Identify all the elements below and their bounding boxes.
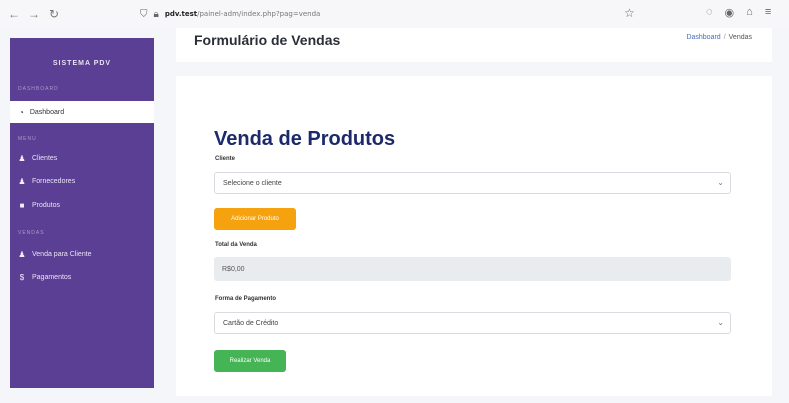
sale-form-card: Venda de Produtos Cliente Selecione o cl… [176,76,772,396]
dollar-icon: $ [19,273,25,282]
form-title: Venda de Produtos [214,128,396,150]
chevron-down-icon: ⌄ [717,178,724,187]
menu-icon[interactable]: ≡ [765,6,771,19]
bookmark-star-icon[interactable]: ☆ [624,6,635,20]
url-path: /painel-adm/index.php?pag=venda [197,10,321,18]
sidebar-section-menu: MENU [18,136,37,142]
payment-label: Forma de Pagamento [215,296,277,302]
shield-icon: ⛉ [140,8,148,20]
sidebar-brand[interactable]: SISTEMA PDV [10,60,154,67]
payment-select[interactable]: Cartão de Crédito ⌄ [214,312,731,334]
breadcrumb-separator: / [723,34,726,41]
sidebar-item-produtos[interactable]: ■ Produtos [18,201,60,210]
sidebar-item-dashboard[interactable]: ◔ Dashboard [10,101,154,123]
pocket-icon[interactable]: ◌ [706,6,713,19]
browser-nav: ← → ↻ [6,7,62,21]
account-icon[interactable]: ◉ [725,6,735,19]
add-product-button[interactable]: Adicionar Produto [214,208,296,230]
url-text[interactable]: pdv.test/painel-adm/index.php?pag=venda [165,10,321,18]
gauge-icon: ◔ [19,107,24,117]
browser-toolbar: ← → ↻ ⛉ 🔒︎ pdv.test/painel-adm/index.php… [0,0,789,28]
sidebar-item-pagamentos[interactable]: $ Pagamentos [18,273,72,282]
sidebar-item-fornecedores[interactable]: ♟ Fornecedores [18,177,75,186]
page-title: Formulário de Vendas [194,32,341,48]
sidebar-item-venda-cliente[interactable]: ♟ Venda para Cliente [18,250,92,259]
address-bar[interactable]: ⛉ 🔒︎ pdv.test/painel-adm/index.php?pag=v… [140,5,540,23]
breadcrumb-current: Vendas [728,34,752,41]
users-icon: ♟ [18,177,26,186]
forward-icon[interactable]: → [26,7,42,21]
sidebar-item-label: Clientes [32,155,58,162]
cliente-label: Cliente [215,156,236,162]
sidebar-item-label: Fornecedores [32,178,76,185]
total-field: R$0,00 [214,257,731,281]
breadcrumb: Dashboard / Vendas [686,34,752,41]
extensions-icon[interactable]: ⌂ [746,6,753,19]
browser-right-icons: ◌ ◉ ⌂ ≡ [706,6,771,19]
url-host: pdv.test [164,10,198,18]
cliente-select-value: Selecione o cliente [223,179,282,187]
box-icon: ■ [19,201,25,210]
cliente-select[interactable]: Selecione o cliente ⌄ [214,172,731,194]
breadcrumb-home-link[interactable]: Dashboard [686,34,720,41]
page: SISTEMA PDV DASHBOARD ◔ Dashboard MENU ♟… [0,28,789,403]
lock-icon: 🔒︎ [153,8,159,20]
users-icon: ♟ [18,250,26,259]
content-header: Formulário de Vendas Dashboard / Vendas [176,28,772,62]
sidebar: SISTEMA PDV DASHBOARD ◔ Dashboard MENU ♟… [10,38,154,388]
sidebar-item-clientes[interactable]: ♟ Clientes [18,154,57,163]
back-icon[interactable]: ← [6,7,22,21]
sidebar-item-label: Dashboard [29,108,65,116]
sidebar-item-label: Produtos [32,202,61,209]
total-value: R$0,00 [222,265,245,273]
payment-select-value: Cartão de Crédito [223,319,279,327]
sidebar-section-dashboard: DASHBOARD [18,86,59,92]
sidebar-section-vendas: VENDAS [18,230,45,236]
chevron-down-icon: ⌄ [717,318,724,327]
sidebar-item-label: Venda para Cliente [32,251,92,258]
sidebar-item-label: Pagamentos [32,274,72,281]
total-label: Total da Venda [215,242,257,248]
reload-icon[interactable]: ↻ [46,7,62,21]
submit-sale-button[interactable]: Realizar Venda [214,350,286,372]
users-icon: ♟ [18,154,26,163]
